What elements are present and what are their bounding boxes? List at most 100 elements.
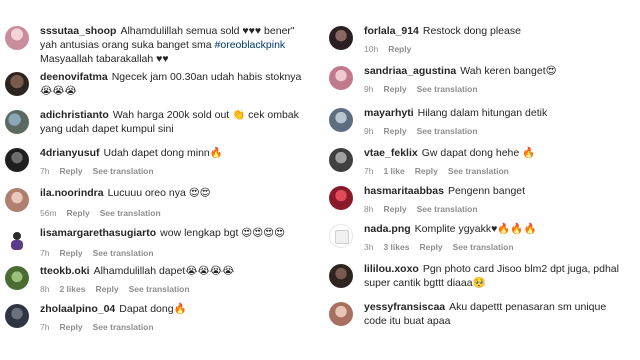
comment-meta: 7h 1 like Reply See translation [364, 166, 519, 176]
see-translation-button[interactable]: See translation [453, 242, 514, 252]
reply-button[interactable]: Reply [67, 208, 90, 218]
avatar[interactable] [329, 186, 353, 210]
see-translation-button[interactable]: See translation [417, 126, 478, 136]
comment-body: Udah dapet dong minn🔥 [103, 147, 223, 159]
comment-meta: 8h 2 likes Reply See translation [40, 284, 200, 294]
comment-body: Dapat dong🔥 [119, 303, 187, 315]
avatar[interactable] [329, 264, 353, 288]
comment-body-continued: Masyaallah tabarakallah ♥♥ [40, 53, 169, 65]
comment-body: Lucuuu oreo nya 😍😍 [107, 187, 211, 199]
timestamp: 9h [364, 84, 374, 94]
like-count[interactable]: 1 like [383, 166, 404, 176]
see-translation-button[interactable]: See translation [448, 166, 509, 176]
username[interactable]: 4drianyusuf [40, 147, 100, 159]
comment-text: hasmaritaabbas Pengenn banget [364, 184, 629, 198]
avatar[interactable] [5, 26, 29, 50]
avatar[interactable] [329, 224, 353, 248]
avatar[interactable] [329, 148, 353, 172]
avatar[interactable] [5, 110, 29, 134]
timestamp: 8h [40, 284, 50, 294]
timestamp: 7h [40, 248, 50, 258]
reply-button[interactable]: Reply [95, 284, 118, 294]
see-translation-button[interactable]: See translation [93, 248, 154, 258]
avatar[interactable] [5, 266, 29, 290]
comment-text: tteokb.oki Alhamdulillah dapet😭😭😭😭 [40, 264, 305, 278]
comment-meta: 8h Reply See translation [364, 204, 488, 214]
comment-text: yessyfransiscaa Aku dapettt penasaran sm … [364, 300, 629, 328]
see-translation-button[interactable]: See translation [93, 322, 154, 332]
comment-text: adichristianto Wah harga 200k sold out 👏 … [40, 108, 305, 136]
comment-text: sssutaa_shoop Alhamdulillah semua sold ♥♥… [40, 24, 305, 66]
comment-body: Alhamdulillah dapet😭😭😭😭 [93, 265, 235, 277]
avatar[interactable] [5, 148, 29, 172]
comments-screenshot: sssutaa_shoop Alhamdulillah semua sold ♥♥… [0, 0, 640, 360]
username[interactable]: lisamargarethasugiarto [40, 227, 156, 239]
comment-meta: 10h Reply [364, 44, 421, 54]
comment-meta: 56m Reply See translation [40, 208, 171, 218]
reply-button[interactable]: Reply [383, 126, 406, 136]
comment-body: Gw dapat dong hehe 🔥 [421, 147, 536, 159]
avatar[interactable] [329, 66, 353, 90]
comment-body: wow lengkap bgt 😍😍😍😍 [160, 227, 286, 239]
reply-button[interactable]: Reply [59, 322, 82, 332]
avatar[interactable] [329, 108, 353, 132]
like-count[interactable]: 3 likes [383, 242, 409, 252]
comment-body: Wah keren banget😍 [460, 65, 557, 77]
see-translation-button[interactable]: See translation [417, 84, 478, 94]
username[interactable]: zholaalpino_04 [40, 303, 115, 315]
comment-body: Restock dong please [422, 25, 521, 37]
comment-text: lisamargarethasugiarto wow lengkap bgt 😍😍… [40, 226, 305, 240]
username[interactable]: adichristianto [40, 109, 109, 121]
comment-meta: 3h 3 likes Reply See translation [364, 242, 524, 252]
username[interactable]: mayarhyti [364, 107, 414, 119]
timestamp: 7h [40, 322, 50, 332]
see-translation-button[interactable]: See translation [93, 166, 154, 176]
avatar[interactable] [329, 26, 353, 50]
timestamp: 8h [364, 204, 374, 214]
comment-text: 4drianyusuf Udah dapet dong minn🔥 [40, 146, 305, 160]
username[interactable]: vtae_feklix [364, 147, 418, 159]
see-translation-button[interactable]: See translation [417, 204, 478, 214]
comment-meta: 7h Reply See translation [40, 166, 164, 176]
avatar[interactable] [5, 304, 29, 328]
username[interactable]: tteokb.oki [40, 265, 90, 277]
avatar[interactable] [5, 228, 29, 252]
reply-button[interactable]: Reply [415, 166, 438, 176]
username[interactable]: ila.noorindra [40, 187, 104, 199]
avatar[interactable] [329, 302, 353, 326]
username[interactable]: deenovifatma [40, 71, 108, 83]
comment-text: mayarhyti Hilang dalam hitungan detik [364, 106, 629, 120]
reply-button[interactable]: Reply [383, 84, 406, 94]
see-translation-button[interactable]: See translation [100, 208, 161, 218]
username[interactable]: lililou.xoxo [364, 263, 419, 275]
username[interactable]: yessyfransiscaa [364, 301, 445, 313]
reply-button[interactable]: Reply [383, 204, 406, 214]
username[interactable]: sssutaa_shoop [40, 25, 116, 37]
comment-text: lililou.xoxo Pgn photo card Jisoo blm2 dp… [364, 262, 629, 290]
comment-text: forlala_914 Restock dong please [364, 24, 629, 38]
timestamp: 56m [40, 208, 57, 218]
comment-meta: 7h Reply See translation [40, 248, 164, 258]
comment-body: Pengenn banget [447, 185, 526, 197]
reply-button[interactable]: Reply [59, 166, 82, 176]
comment-meta: 9h Reply See translation [364, 84, 488, 94]
timestamp: 7h [40, 166, 50, 176]
username[interactable]: forlala_914 [364, 25, 419, 37]
avatar[interactable] [5, 188, 29, 212]
username[interactable]: hasmaritaabbas [364, 185, 444, 197]
timestamp: 3h [364, 242, 374, 252]
like-count[interactable]: 2 likes [59, 284, 85, 294]
reply-button[interactable]: Reply [419, 242, 442, 252]
timestamp: 9h [364, 126, 374, 136]
avatar[interactable] [5, 72, 29, 96]
timestamp: 7h [364, 166, 374, 176]
reply-button[interactable]: Reply [388, 44, 411, 54]
comment-text: ila.noorindra Lucuuu oreo nya 😍😍 [40, 186, 305, 200]
username[interactable]: nada.png [364, 223, 411, 235]
reply-button[interactable]: Reply [59, 248, 82, 258]
username[interactable]: sandriaa_agustina [364, 65, 456, 77]
see-translation-button[interactable]: See translation [129, 284, 190, 294]
comment-body: Hilang dalam hitungan detik [417, 107, 548, 119]
comment-meta: 7h Reply See translation [40, 322, 164, 332]
hashtag-link[interactable]: #oreoblackpink [215, 39, 286, 51]
